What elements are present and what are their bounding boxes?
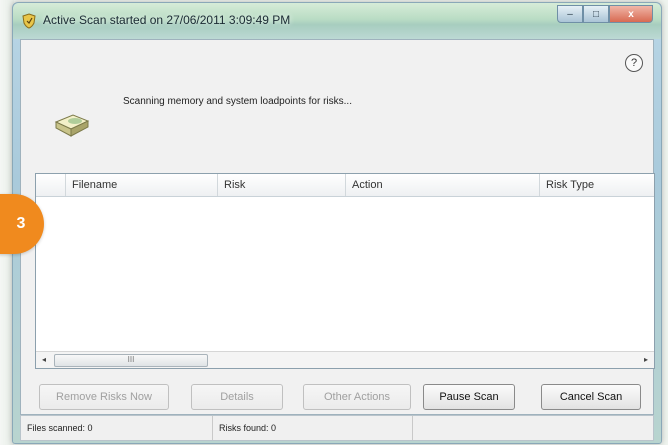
column-header-action[interactable]: Action — [346, 174, 540, 196]
minimize-button[interactable]: – — [557, 5, 583, 23]
shield-icon — [22, 13, 36, 29]
column-header-risk[interactable]: Risk — [218, 174, 346, 196]
cancel-scan-button[interactable]: Cancel Scan — [541, 384, 641, 410]
remove-risks-now-button[interactable]: Remove Risks Now — [39, 384, 169, 410]
column-header-filename[interactable]: Filename — [66, 174, 218, 196]
pause-scan-button[interactable]: Pause Scan — [423, 384, 515, 410]
results-list-header: Filename Risk Action Risk Type — [36, 174, 654, 197]
horizontal-scrollbar[interactable]: ◂ III ▸ — [36, 351, 654, 368]
help-icon[interactable]: ? — [625, 54, 643, 72]
scroll-right-icon[interactable]: ▸ — [638, 352, 654, 368]
scrollbar-thumb[interactable]: III — [54, 354, 208, 367]
column-header-risk-type[interactable]: Risk Type — [540, 174, 654, 196]
files-scanned-count: Files scanned: 0 — [21, 416, 213, 440]
window-title: Active Scan started on 27/06/2011 3:09:4… — [43, 13, 291, 27]
column-header-select[interactable] — [36, 174, 66, 196]
status-bar: Files scanned: 0 Risks found: 0 — [20, 415, 654, 441]
close-button[interactable]: x — [609, 5, 653, 23]
scan-window: Active Scan started on 27/06/2011 3:09:4… — [12, 2, 662, 444]
scan-status-message: Scanning memory and system loadpoints fo… — [123, 96, 352, 107]
scanner-icon — [54, 114, 90, 137]
results-list[interactable]: Filename Risk Action Risk Type ◂ III ▸ — [35, 173, 655, 369]
window-controls: – □ x — [557, 5, 653, 25]
other-actions-button[interactable]: Other Actions — [303, 384, 411, 410]
risks-found-count: Risks found: 0 — [213, 416, 413, 440]
dialog-body: ? Scanning memory and system loadpoints … — [20, 39, 655, 415]
details-button[interactable]: Details — [191, 384, 283, 410]
title-bar[interactable]: Active Scan started on 27/06/2011 3:09:4… — [13, 3, 661, 39]
scroll-left-icon[interactable]: ◂ — [36, 352, 52, 368]
maximize-button[interactable]: □ — [583, 5, 609, 23]
